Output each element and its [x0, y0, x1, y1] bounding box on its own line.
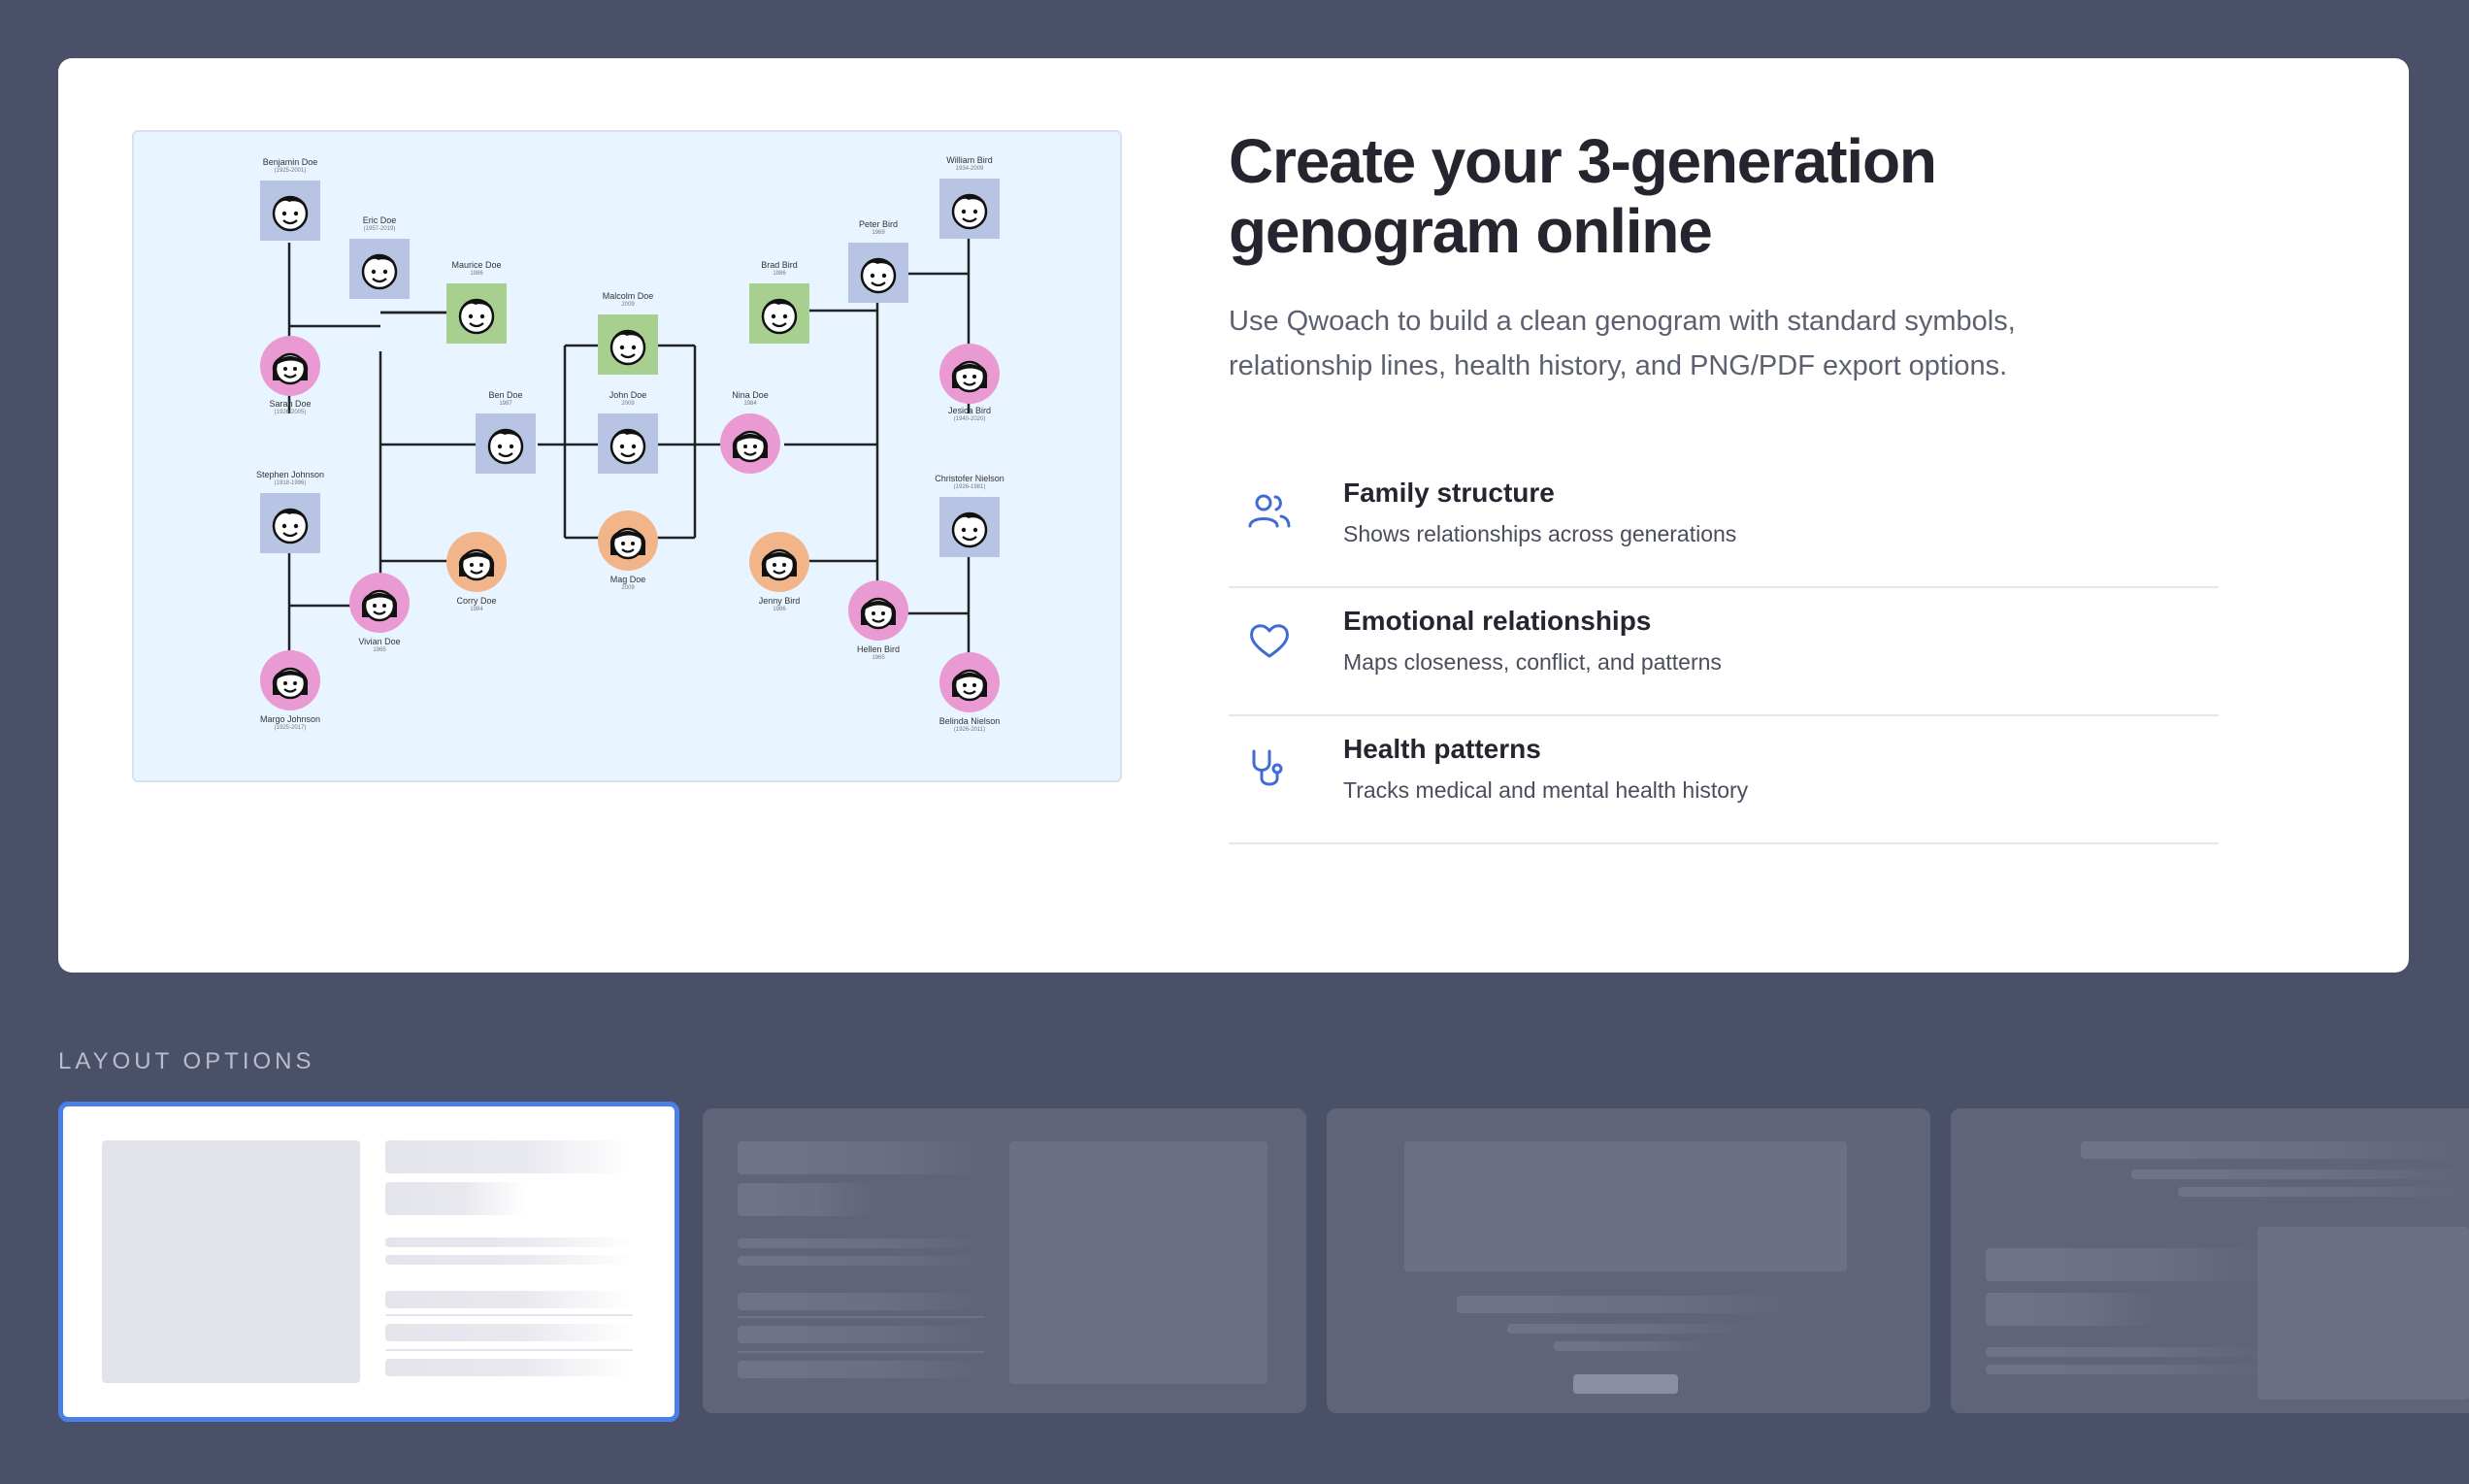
- feature-description: Shows relationships across generations: [1343, 521, 1737, 546]
- person-label: Maurice Doe 1986: [451, 260, 502, 277]
- page-title: Create your 3-generation genogram online: [1229, 126, 2102, 266]
- person-label: Belinda Nielson (1926-2011): [938, 716, 1001, 733]
- person-label: John Doe 2009: [609, 390, 647, 407]
- layout-option-3[interactable]: [1327, 1108, 1930, 1413]
- person-maurice-doe: [446, 283, 507, 344]
- feature-health-patterns: Health patterns Tracks medical and menta…: [1229, 716, 2219, 844]
- person-label: Eric Doe (1957-2019): [362, 215, 397, 232]
- person-hellen-bird: [848, 580, 908, 641]
- layout-title-placeholder: [738, 1183, 878, 1216]
- layout-text-placeholder: [1986, 1365, 2267, 1374]
- person-mag-doe: [598, 511, 658, 571]
- layout-image-placeholder: [1404, 1141, 1847, 1271]
- layout-feature-placeholder: [385, 1291, 633, 1308]
- person-william-bird: [939, 179, 1000, 239]
- layout-title-placeholder: [1986, 1293, 2160, 1326]
- heart-icon: [1250, 624, 1289, 658]
- person-label: Mag Doe 2009: [609, 575, 646, 591]
- feature-description: Maps closeness, conflict, and patterns: [1343, 649, 1722, 675]
- person-corry-doe: [446, 532, 507, 592]
- person-malcolm-doe: [598, 314, 658, 375]
- person-label: Benjamin Doe (1925-2001): [262, 157, 318, 174]
- title-line: genogram online: [1229, 196, 1713, 266]
- person-benjamin-doe: [260, 181, 320, 241]
- title-line: Create your 3-generation: [1229, 126, 1937, 196]
- person-label: Ben Doe 1987: [488, 390, 523, 407]
- person-margo-johnson: [260, 650, 320, 710]
- layout-image-placeholder: [102, 1140, 360, 1383]
- feature-emotional-relationships: Emotional relationships Maps closeness, …: [1229, 588, 2219, 716]
- person-stephen-johnson: [260, 493, 320, 553]
- person-label: Brad Bird 1986: [761, 260, 798, 277]
- person-label: Corry Doe 1984: [456, 596, 497, 612]
- person-label: Stephen Johnson (1918-1996): [255, 470, 325, 486]
- layout-feature-placeholder: [738, 1293, 985, 1310]
- person-christofer-nielson: [939, 497, 1000, 557]
- layout-option-1[interactable]: [58, 1102, 679, 1422]
- person-label: Jenny Bird 1986: [758, 596, 801, 612]
- layout-divider: [385, 1349, 633, 1351]
- layout-text-placeholder: [738, 1238, 985, 1248]
- layout-feature-placeholder: [738, 1361, 985, 1378]
- layout-text-placeholder: [2178, 1187, 2469, 1197]
- layout-title-placeholder: [2081, 1141, 2469, 1159]
- subtitle: Use Qwoach to build a clean genogram wit…: [1229, 299, 2160, 388]
- layout-feature-placeholder: [738, 1326, 985, 1343]
- person-brad-bird: [749, 283, 809, 344]
- layout-text-placeholder: [385, 1237, 633, 1247]
- layout-title-placeholder: [385, 1140, 633, 1173]
- layout-image-placeholder: [2257, 1227, 2469, 1400]
- feature-title: Emotional relationships: [1343, 606, 1652, 636]
- person-nina-doe: [720, 413, 780, 474]
- layout-title-placeholder: [385, 1182, 526, 1215]
- person-label: William Bird 1934-2009: [946, 155, 993, 172]
- layout-divider: [385, 1314, 633, 1316]
- layout-title-placeholder: [738, 1141, 985, 1174]
- person-label: Christofer Nielson (1926-1981): [935, 474, 1004, 490]
- layout-divider: [738, 1351, 985, 1353]
- layout-title-placeholder: [1986, 1248, 2267, 1281]
- person-label: Jesica Bird (1940-2020): [947, 406, 991, 422]
- layout-image-placeholder: [1009, 1141, 1267, 1384]
- users-icon: [1248, 494, 1291, 528]
- person-ben-doe: [476, 413, 536, 474]
- person-vivian-doe: [349, 573, 410, 633]
- person-label: Nina Doe 1984: [732, 390, 769, 407]
- stethoscope-icon: [1252, 749, 1283, 786]
- person-sarah-doe: [260, 336, 320, 396]
- person-label: Hellen Bird 1965: [856, 644, 901, 661]
- layout-option-4[interactable]: [1951, 1108, 2469, 1413]
- person-label: Margo Johnson (1925-2017): [259, 714, 321, 731]
- person-label: Vivian Doe 1965: [358, 637, 401, 653]
- feature-family-structure: Family structure Shows relationships acr…: [1229, 460, 2219, 588]
- layout-button-placeholder: [1573, 1374, 1678, 1394]
- feature-description: Tracks medical and mental health history: [1343, 777, 1749, 803]
- layout-text-placeholder: [385, 1255, 633, 1265]
- person-label: Malcolm Doe 2009: [602, 291, 654, 308]
- layout-feature-placeholder: [385, 1359, 633, 1376]
- person-john-doe: [598, 413, 658, 474]
- layout-option-2[interactable]: [703, 1108, 1306, 1413]
- subtitle-line: Use Qwoach to build a clean genogram wit…: [1229, 306, 2016, 337]
- layout-text-placeholder: [1554, 1341, 1709, 1351]
- layout-options-label: LAYOUT OPTIONS: [58, 1048, 315, 1074]
- layout-text-placeholder: [1986, 1347, 2267, 1357]
- layout-text-placeholder: [1507, 1324, 1750, 1334]
- person-peter-bird: [848, 243, 908, 303]
- layout-title-placeholder: [1457, 1296, 1796, 1313]
- feature-title: Family structure: [1343, 478, 1555, 508]
- layout-text-placeholder: [738, 1256, 985, 1266]
- person-label: Sarah Doe (1926-2005): [269, 399, 312, 415]
- layout-divider: [738, 1316, 985, 1318]
- person-eric-doe: [349, 239, 410, 299]
- subtitle-line: relationship lines, health history, and …: [1229, 350, 2008, 381]
- person-jesica-bird: [939, 344, 1000, 404]
- person-label: Peter Bird 1969: [858, 219, 899, 236]
- person-belinda-nielson: [939, 652, 1000, 712]
- genogram-illustration: Benjamin Doe (1925-2001) Eric Doe (1957-20…: [132, 130, 1122, 782]
- layout-text-placeholder: [2131, 1170, 2469, 1179]
- layout-feature-placeholder: [385, 1324, 633, 1341]
- feature-title: Health patterns: [1343, 734, 1541, 764]
- person-jenny-bird: [749, 532, 809, 592]
